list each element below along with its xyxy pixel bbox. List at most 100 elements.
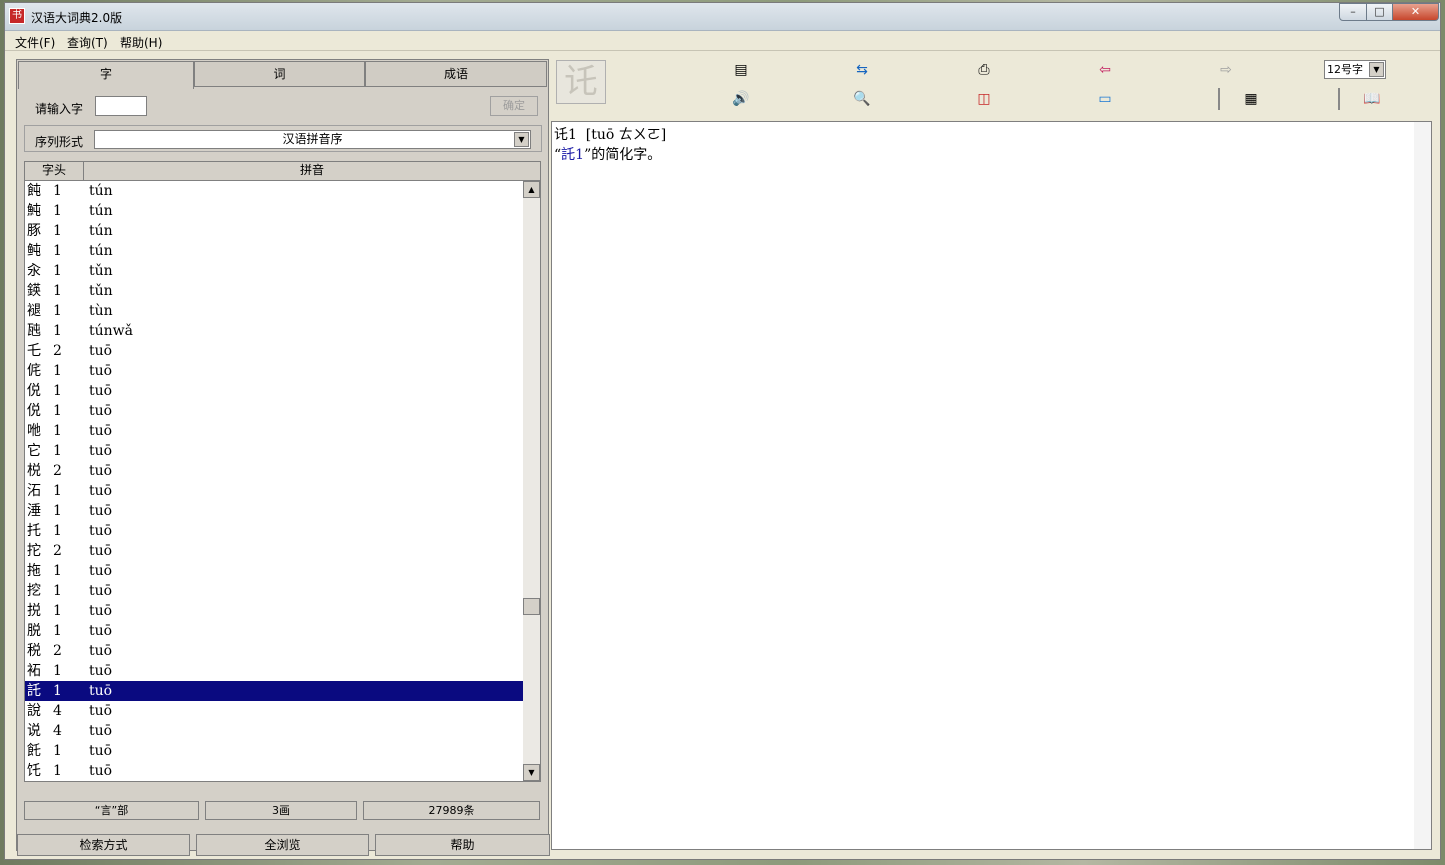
help-button[interactable]: 帮助 <box>375 834 550 856</box>
list-item-count: 1 <box>53 303 62 319</box>
list-item[interactable]: 挖 1 tuō <box>25 581 523 601</box>
tab-idiom[interactable]: 成语 <box>365 61 547 87</box>
list-item[interactable]: 拕 2 tuō <box>25 541 523 561</box>
char-input[interactable] <box>95 96 147 116</box>
list-item[interactable]: 瓲 1 túnwǎ <box>25 321 523 341</box>
title-bar[interactable]: 书 汉语大词典2.0版 – □ ✕ <box>5 3 1440 31</box>
list-item-char: 飥 <box>27 743 41 759</box>
list-item-count: 1 <box>53 683 62 699</box>
list-item[interactable]: 說 4 tuō <box>25 701 523 721</box>
list-item[interactable]: 沰 1 tuō <box>25 481 523 501</box>
list-item[interactable]: 袥 1 tuō <box>25 661 523 681</box>
list-item[interactable]: 豚 1 tún <box>25 221 523 241</box>
definition-pane[interactable]: 讬1 [tuō ㄊㄨㄛ] “託1”的简化字。 <box>551 121 1432 850</box>
list-item-count: 1 <box>53 623 62 639</box>
list-item[interactable]: 饦 1 tuō <box>25 761 523 781</box>
tab-char[interactable]: 字 <box>18 61 194 89</box>
list-item[interactable]: 捝 1 tuō <box>25 601 523 621</box>
speaker-icon[interactable]: 🔊 <box>730 89 752 109</box>
tab-word[interactable]: 词 <box>194 61 365 87</box>
status-radical: “言”部 <box>24 801 199 820</box>
scroll-up-icon[interactable]: ▲ <box>523 181 540 198</box>
back-arrow-icon[interactable]: ⇦ <box>1094 60 1116 80</box>
list-header: 字头 拼音 <box>25 162 540 181</box>
menu-file[interactable]: 文件(F) <box>15 34 55 51</box>
column-header-char[interactable]: 字头 <box>25 162 84 180</box>
list-item[interactable]: 说 4 tuō <box>25 721 523 741</box>
list-item-pinyin: tún <box>89 203 113 219</box>
list-item[interactable]: 侂 1 tuō <box>25 361 523 381</box>
list-item-pinyin: tún <box>89 183 113 199</box>
list-item-pinyin: tún <box>89 223 113 239</box>
cross-reference-link[interactable]: 託1 <box>561 147 584 163</box>
column-header-pinyin[interactable]: 拼音 <box>84 162 540 180</box>
list-item[interactable]: 乇 2 tuō <box>25 341 523 361</box>
list-item-count: 1 <box>53 603 62 619</box>
keyboard-icon[interactable]: ▭ <box>1094 89 1116 109</box>
list-item-char: 脱 <box>27 623 41 639</box>
list-rows: 飩 1 tún 魨 1 tún 豚 1 tún 鲀 1 tún 汆 1 tǔn 鍈 1 tǔn 褪 1 tùn 瓲 1 tún… <box>25 181 524 781</box>
link-icon[interactable]: ◫ <box>973 89 995 109</box>
list-item[interactable]: 汆 1 tǔn <box>25 261 523 281</box>
confirm-button[interactable]: 确定 <box>490 96 538 116</box>
list-item-char: 說 <box>27 703 41 719</box>
list-item-char: 捝 <box>27 603 41 619</box>
list-item[interactable]: 它 1 tuō <box>25 441 523 461</box>
list-item[interactable]: 托 1 tuō <box>25 521 523 541</box>
print-icon[interactable]: ⎙ <box>973 60 995 80</box>
list-item[interactable]: 侻 1 tuō <box>25 381 523 401</box>
order-group: 序列形式 汉语拼音序 ▼ <box>24 125 542 152</box>
list-item[interactable]: 鲀 1 tún <box>25 241 523 261</box>
maximize-button[interactable]: □ <box>1366 3 1393 21</box>
definition-text: ”的简化字。 <box>584 147 662 163</box>
definition-scrollbar[interactable] <box>1414 122 1431 849</box>
browse-all-button[interactable]: 全浏览 <box>196 834 369 856</box>
list-item-char: 饦 <box>27 763 41 779</box>
scroll-down-icon[interactable]: ▼ <box>523 764 540 781</box>
search-mode-button[interactable]: 检索方式 <box>17 834 190 856</box>
list-item[interactable]: 褪 1 tùn <box>25 301 523 321</box>
list-item[interactable]: 飥 1 tuō <box>25 741 523 761</box>
layout-icon[interactable]: ▦ <box>1240 89 1262 109</box>
list-item-count: 2 <box>53 343 62 359</box>
dropdown-arrow-icon[interactable]: ▼ <box>514 132 529 147</box>
scroll-thumb[interactable] <box>523 598 540 615</box>
order-select[interactable]: 汉语拼音序 ▼ <box>94 130 531 149</box>
list-item[interactable]: 侻 1 tuō <box>25 401 523 421</box>
document-icon[interactable]: ▤ <box>730 60 752 80</box>
list-item-count: 1 <box>53 223 62 239</box>
forward-arrow-icon[interactable]: ⇨ <box>1215 60 1237 80</box>
list-item-char: 鲀 <box>27 243 41 259</box>
order-label: 序列形式 <box>35 135 84 149</box>
menu-help[interactable]: 帮助(H) <box>120 34 162 51</box>
list-item[interactable]: 託 1 tuō <box>25 680 524 702</box>
list-item-pinyin: tǔn <box>89 283 113 299</box>
entry-headline: 讬1 [tuō ㄊㄨㄛ] <box>554 127 667 143</box>
menu-query[interactable]: 查询(T) <box>67 34 108 51</box>
copy-icon[interactable]: ⇆ <box>851 60 873 80</box>
list-item-count: 1 <box>53 443 62 459</box>
list-item-count: 1 <box>53 363 62 379</box>
list-item[interactable]: 税 2 tuō <box>25 641 523 661</box>
font-size-select[interactable]: 12号字 ▼ <box>1324 60 1386 79</box>
list-item-count: 2 <box>53 463 62 479</box>
list-item[interactable]: 魨 1 tún <box>25 201 523 221</box>
book-icon[interactable]: 📖 <box>1361 89 1383 109</box>
list-item[interactable]: 脱 1 tuō <box>25 621 523 641</box>
list-item[interactable]: 鍈 1 tǔn <box>25 281 523 301</box>
list-item-count: 1 <box>53 743 62 759</box>
list-item[interactable]: 拖 1 tuō <box>25 561 523 581</box>
list-item-char: 袥 <box>27 663 41 679</box>
minimize-button[interactable]: – <box>1339 3 1367 21</box>
list-item[interactable]: 涶 1 tuō <box>25 501 523 521</box>
list-item[interactable]: 咃 1 tuō <box>25 421 523 441</box>
order-value: 汉语拼音序 <box>282 132 343 146</box>
magnifier-icon[interactable]: 🔍 <box>851 89 873 109</box>
dropdown-arrow-icon[interactable]: ▼ <box>1369 62 1384 77</box>
list-item[interactable]: 棁 2 tuō <box>25 461 523 481</box>
list-item-char: 飩 <box>27 183 41 199</box>
close-button[interactable]: ✕ <box>1392 3 1439 21</box>
font-size-value: 12号字 <box>1327 63 1363 76</box>
list-scrollbar[interactable]: ▲ ▼ <box>523 181 540 781</box>
list-item[interactable]: 飩 1 tún <box>25 181 523 201</box>
